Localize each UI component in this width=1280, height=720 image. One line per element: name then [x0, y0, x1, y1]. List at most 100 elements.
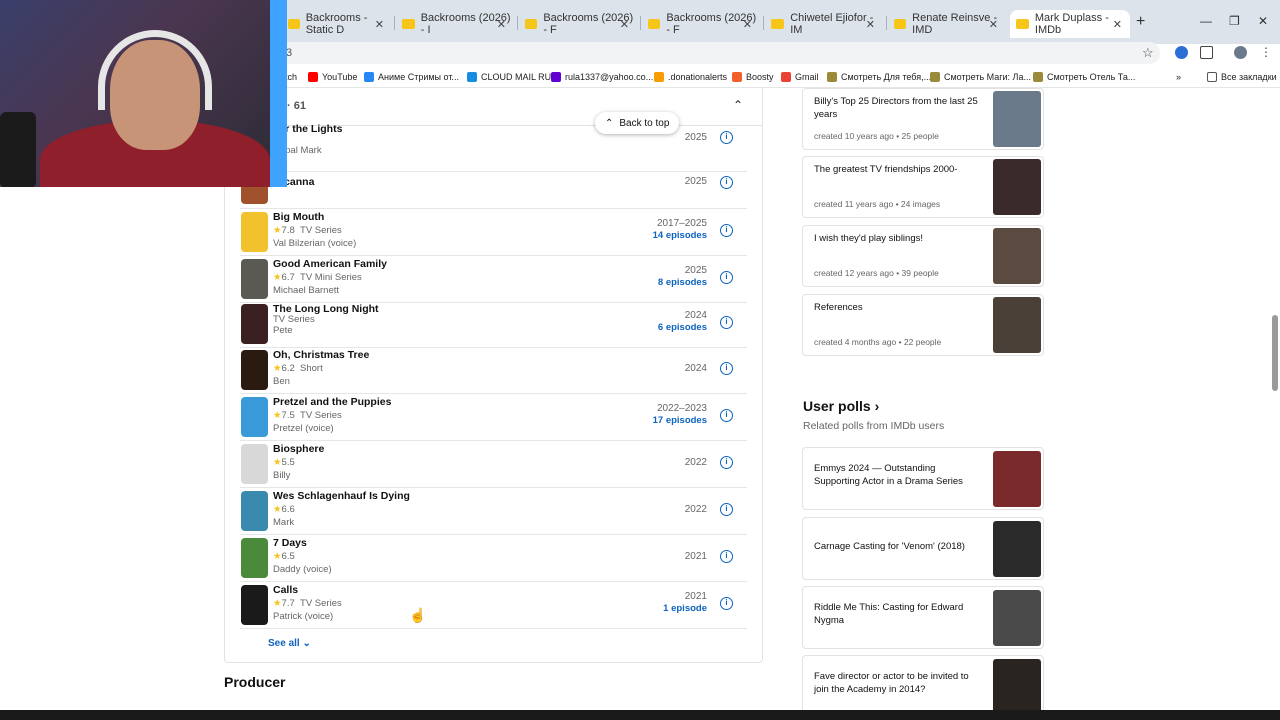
poster-image[interactable] — [241, 444, 268, 484]
credit-row[interactable]: Oh, Christmas Tree ★6.2 Short Ben 2024 i — [240, 347, 747, 394]
close-icon[interactable]: ✕ — [375, 18, 384, 31]
close-icon[interactable]: ✕ — [989, 18, 998, 31]
credit-title[interactable]: Biosphere — [273, 443, 324, 455]
poll-card[interactable]: Fave director or actor to be invited to … — [802, 655, 1044, 718]
info-icon[interactable]: i — [720, 362, 733, 375]
poll-thumbnail-image[interactable] — [993, 659, 1041, 715]
address-bar[interactable]: 3 — [280, 42, 1160, 64]
list-title[interactable]: Billy's Top 25 Directors from the last 2… — [814, 95, 984, 121]
credit-title[interactable]: Calls — [273, 584, 298, 596]
credit-row[interactable]: Wes Schlagenhauf Is Dying ★6.6 Mark 2022 i — [240, 488, 747, 535]
list-thumbnail-image[interactable] — [993, 159, 1041, 215]
close-icon[interactable]: ✕ — [743, 18, 752, 31]
tab-backrooms-1[interactable]: Backrooms (2026) - I ✕ — [396, 10, 514, 38]
credit-row[interactable]: Good American Family ★6.7 TV Mini Series M… — [240, 256, 747, 303]
info-icon[interactable]: i — [720, 131, 733, 144]
credit-title[interactable]: Big Mouth — [273, 211, 324, 223]
info-icon[interactable]: i — [720, 456, 733, 469]
bookmark-youtube[interactable]: YouTube — [308, 72, 357, 82]
info-icon[interactable]: i — [720, 271, 733, 284]
list-thumbnail-image[interactable] — [993, 91, 1041, 147]
poll-title[interactable]: Carnage Casting for 'Venom' (2018) — [814, 540, 984, 553]
bookmark-anime[interactable]: Аниме Стримы от... — [364, 72, 459, 82]
window-close-icon[interactable]: ✕ — [1258, 14, 1268, 28]
list-title[interactable]: The greatest TV friendships 2000- — [814, 163, 984, 176]
credit-episodes[interactable]: 17 episodes — [653, 415, 707, 426]
list-card[interactable]: The greatest TV friendships 2000- created… — [802, 156, 1044, 218]
tab-mark-duplass[interactable]: Mark Duplass - IMDb ✕ — [1010, 10, 1130, 38]
credit-row[interactable]: Biosphere ★5.5 Billy 2022 i — [240, 441, 747, 488]
list-title[interactable]: References — [814, 301, 984, 314]
credit-row[interactable]: The Long Long Night TV Series Pete 2024 6 ep… — [240, 301, 747, 348]
poll-card[interactable]: Emmys 2024 — Outstanding Supporting Acto… — [802, 447, 1044, 510]
credit-row[interactable]: rricanna 2025 i — [240, 162, 747, 209]
info-icon[interactable]: i — [720, 224, 733, 237]
bookmark-boosty[interactable]: Boosty — [732, 72, 774, 82]
user-polls-heading[interactable]: User polls › — [803, 398, 879, 414]
list-title[interactable]: I wish they'd play siblings! — [814, 232, 984, 245]
poster-image[interactable] — [241, 491, 268, 531]
info-icon[interactable]: i — [720, 176, 733, 189]
close-icon[interactable]: ✕ — [497, 18, 506, 31]
bookmark-watch-1[interactable]: Смотреть Для тебя,... — [827, 72, 931, 82]
credit-episodes[interactable]: 14 episodes — [653, 230, 707, 241]
poster-image[interactable] — [241, 184, 268, 204]
list-thumbnail-image[interactable] — [993, 228, 1041, 284]
bookmark-yahoo[interactable]: rula1337@yahoo.co... — [551, 72, 653, 82]
poll-thumbnail-image[interactable] — [993, 451, 1041, 507]
bookmark-donationalerts[interactable]: .donationalerts — [654, 72, 727, 82]
info-icon[interactable]: i — [720, 597, 733, 610]
extension-icon[interactable] — [1175, 46, 1188, 59]
bookmark-cloud-mail[interactable]: CLOUD MAIL RU — [467, 72, 551, 82]
extensions-puzzle-icon[interactable] — [1200, 46, 1213, 59]
poll-card[interactable]: Carnage Casting for 'Venom' (2018) — [802, 517, 1044, 580]
credit-title[interactable]: Wes Schlagenhauf Is Dying — [273, 490, 410, 502]
poster-image[interactable] — [241, 585, 268, 625]
close-icon[interactable]: ✕ — [620, 18, 629, 31]
credits-header[interactable]: · 61 ⌃ — [225, 88, 762, 126]
poll-thumbnail-image[interactable] — [993, 590, 1041, 646]
all-bookmarks[interactable]: Все закладки — [1207, 72, 1277, 82]
new-tab-button[interactable]: + — [1136, 13, 1145, 31]
poster-image[interactable] — [241, 259, 268, 299]
scrollbar[interactable] — [1271, 90, 1280, 710]
back-to-top-button[interactable]: ⌃ Back to top — [595, 112, 680, 134]
bookmarks-overflow-icon[interactable]: » — [1176, 72, 1181, 82]
tab-backrooms-2[interactable]: Backrooms (2026) - F ✕ — [519, 10, 637, 38]
chevron-up-icon[interactable]: ⌃ — [733, 98, 743, 112]
poll-title[interactable]: Riddle Me This: Casting for Edward Nygma — [814, 601, 984, 627]
poll-card[interactable]: Riddle Me This: Casting for Edward Nygma — [802, 586, 1044, 649]
tab-backrooms-3[interactable]: Backrooms (2026) - F ✕ — [642, 10, 760, 38]
poster-image[interactable] — [241, 538, 268, 578]
credit-row[interactable]: Calls ★7.7 TV Series Patrick (voice) 2021 1 … — [240, 582, 747, 629]
list-card[interactable]: Billy's Top 25 Directors from the last 2… — [802, 88, 1044, 150]
credit-row[interactable]: 7 Days ★6.5 Daddy (voice) 2021 i — [240, 535, 747, 582]
credit-title[interactable]: Good American Family — [273, 258, 387, 270]
list-card[interactable]: I wish they'd play siblings! created 12 y… — [802, 225, 1044, 287]
list-thumbnail-image[interactable] — [993, 297, 1041, 353]
poster-image[interactable] — [241, 304, 268, 344]
credit-episodes[interactable]: 6 episodes — [658, 322, 707, 333]
credit-row[interactable]: Big Mouth ★7.8 TV Series Val Bilzerian (vo… — [240, 209, 747, 256]
poster-image[interactable] — [241, 397, 268, 437]
info-icon[interactable]: i — [720, 550, 733, 563]
poster-image[interactable] — [241, 212, 268, 252]
bookmark-watch-2[interactable]: Смотреть Маги: Ла... — [930, 72, 1031, 82]
credit-row[interactable]: Pretzel and the Puppies ★7.5 TV Series Pre… — [240, 394, 747, 441]
credit-episodes[interactable]: 1 episode — [663, 603, 707, 614]
info-icon[interactable]: i — [720, 316, 733, 329]
close-icon[interactable]: ✕ — [866, 18, 875, 31]
tab-renate-reinsve[interactable]: Renate Reinsve - IMD ✕ — [888, 10, 1006, 38]
bookmark-star-icon[interactable]: ☆ — [1142, 45, 1154, 61]
scrollbar-thumb[interactable] — [1272, 315, 1278, 391]
bookmark-gmail[interactable]: Gmail — [781, 72, 819, 82]
credit-title[interactable]: Oh, Christmas Tree — [273, 349, 369, 361]
bookmark-watch-3[interactable]: Смотреть Отель Та... — [1033, 72, 1135, 82]
tab-backrooms-static[interactable]: Backrooms - Static D ✕ — [282, 10, 392, 38]
list-card[interactable]: References created 4 months ago • 22 peop… — [802, 294, 1044, 356]
restore-icon[interactable]: ❐ — [1229, 14, 1240, 28]
info-icon[interactable]: i — [720, 409, 733, 422]
close-icon[interactable]: ✕ — [1113, 18, 1122, 31]
credit-title[interactable]: Pretzel and the Puppies — [273, 396, 391, 408]
tab-chiwetel-ejiofor[interactable]: Chiwetel Ejiofor - IM ✕ — [765, 10, 883, 38]
